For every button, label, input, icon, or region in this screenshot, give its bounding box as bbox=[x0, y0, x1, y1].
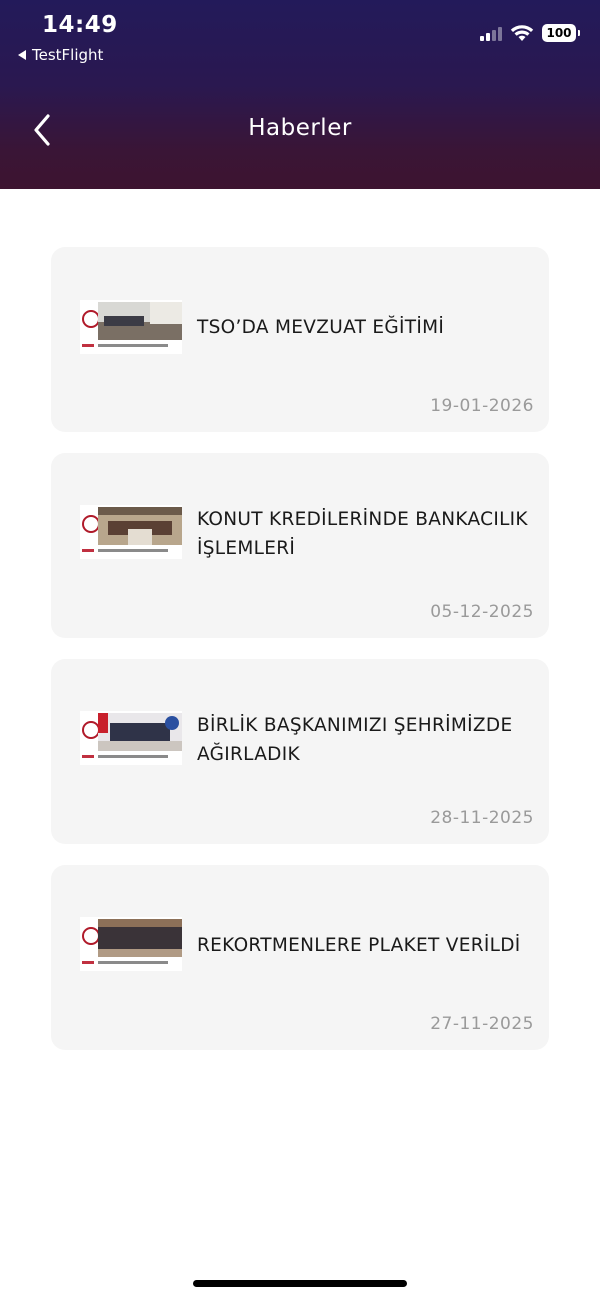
status-icons: 100 bbox=[480, 24, 580, 42]
home-indicator[interactable] bbox=[193, 1280, 407, 1287]
news-date: 05-12-2025 bbox=[430, 602, 534, 622]
app-header: 14:49 TestFlight 100 Haberler bbox=[0, 0, 600, 189]
wifi-icon bbox=[510, 25, 534, 41]
news-date: 19-01-2026 bbox=[430, 396, 534, 416]
battery-level: 100 bbox=[546, 26, 572, 40]
news-title: BİRLİK BAŞKANIMIZI ŞEHRİMİZDE AĞIRLADIK bbox=[197, 715, 513, 765]
news-title: REKORTMENLERE PLAKET VERİLDİ bbox=[197, 935, 521, 956]
news-date: 27-11-2025 bbox=[430, 1014, 534, 1034]
news-thumbnail bbox=[80, 505, 182, 559]
back-triangle-icon bbox=[18, 50, 26, 60]
news-card[interactable]: BİRLİK BAŞKANIMIZI ŞEHRİMİZDE AĞIRLADIK … bbox=[51, 659, 549, 844]
signal-icon bbox=[480, 25, 502, 41]
news-card[interactable]: KONUT KREDİLERİNDE BANKACILIK İŞLEMLERİ … bbox=[51, 453, 549, 638]
news-thumbnail bbox=[80, 711, 182, 765]
status-time: 14:49 bbox=[42, 12, 118, 38]
news-title: KONUT KREDİLERİNDE BANKACILIK İŞLEMLERİ bbox=[197, 509, 528, 559]
news-card[interactable]: REKORTMENLERE PLAKET VERİLDİ 27-11-2025 bbox=[51, 865, 549, 1050]
return-app-label: TestFlight bbox=[32, 46, 104, 64]
news-thumbnail bbox=[80, 917, 182, 971]
news-thumbnail bbox=[80, 300, 182, 354]
news-card[interactable]: TSO’DA MEVZUAT EĞİTİMİ 19-01-2026 bbox=[51, 247, 549, 432]
battery-icon: 100 bbox=[542, 24, 580, 42]
news-title: TSO’DA MEVZUAT EĞİTİMİ bbox=[197, 317, 445, 338]
news-date: 28-11-2025 bbox=[430, 808, 534, 828]
page-title: Haberler bbox=[248, 115, 352, 141]
news-list: TSO’DA MEVZUAT EĞİTİMİ 19-01-2026 KONUT … bbox=[51, 247, 549, 1071]
return-to-app-link[interactable]: TestFlight bbox=[18, 46, 103, 64]
